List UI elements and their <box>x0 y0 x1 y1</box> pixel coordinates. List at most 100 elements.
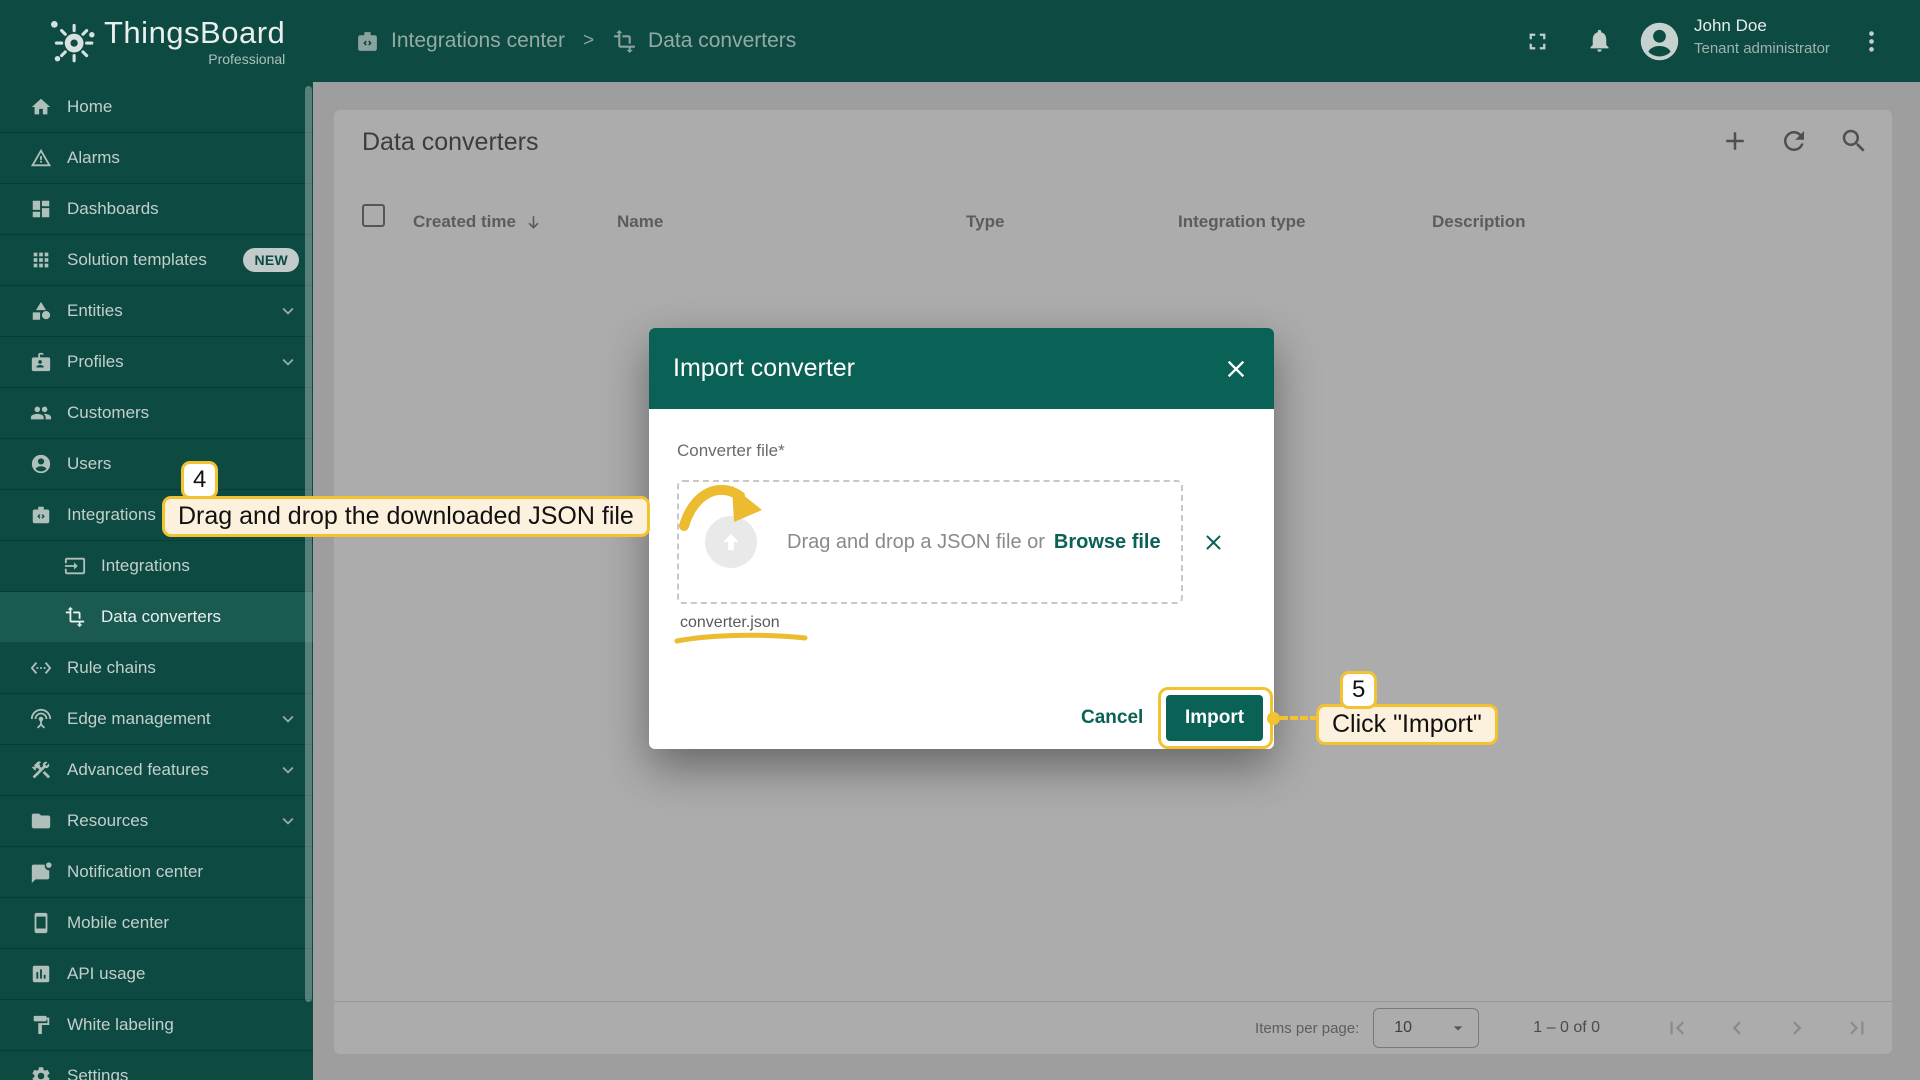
kebab-menu-icon[interactable] <box>1858 28 1885 55</box>
table-pagination: Items per page: 10 1 – 0 of 0 <box>334 1001 1892 1054</box>
clear-file-icon[interactable] <box>1201 530 1226 555</box>
rule-chains-icon <box>30 657 52 679</box>
resources-icon <box>30 810 52 832</box>
sidebar-item-entities[interactable]: Entities <box>0 286 313 337</box>
step-4-badge: 4 <box>181 461 218 499</box>
settings-icon <box>30 1065 52 1080</box>
dropzone-text: Drag and drop a JSON file or <box>787 531 1045 554</box>
breadcrumb-item-data-converters[interactable]: Data converters <box>612 29 796 54</box>
chevron-down-icon[interactable] <box>277 708 299 730</box>
step-4-callout: Drag and drop the downloaded JSON file <box>162 496 650 537</box>
add-converter-button[interactable] <box>1720 126 1750 156</box>
solution-templates-icon <box>30 249 52 271</box>
sidebar-menu: HomeAlarms Dashboards Solution templatesNE… <box>0 82 313 1080</box>
browse-file-link[interactable]: Browse file <box>1054 531 1161 554</box>
topbar: ThingsBoard Professional Integrations ce… <box>0 0 1920 82</box>
sidebar-item-mobile-center[interactable]: Mobile center <box>0 898 313 949</box>
data-converters-icon <box>64 606 86 628</box>
chevron-down-icon[interactable] <box>277 300 299 322</box>
cancel-button[interactable]: Cancel <box>1081 707 1143 729</box>
chevron-down-icon[interactable] <box>277 810 299 832</box>
users-icon <box>30 453 52 475</box>
last-page-button[interactable] <box>1844 1015 1870 1041</box>
user-menu[interactable]: John Doe Tenant administrator <box>1694 16 1830 57</box>
chevron-down-icon[interactable] <box>277 351 299 373</box>
sidebar-item-dashboards[interactable]: Dashboards <box>0 184 313 235</box>
dashboards-icon <box>30 198 52 220</box>
close-dialog-icon[interactable] <box>1222 355 1250 383</box>
sidebar-scrollbar[interactable] <box>305 86 312 1002</box>
logo-subtitle: Professional <box>104 51 285 67</box>
annotation-connector-dot <box>1267 712 1280 725</box>
sidebar-item-label: Mobile center <box>67 913 299 933</box>
sidebar: HomeAlarms Dashboards Solution templatesNE… <box>0 82 313 1080</box>
column-header-integration-type[interactable]: Integration type <box>1178 212 1306 232</box>
sidebar-item-label: Settings <box>67 1066 299 1080</box>
next-page-button[interactable] <box>1784 1015 1810 1041</box>
sidebar-item-api-usage[interactable]: API usage <box>0 949 313 1000</box>
sidebar-item-label: Profiles <box>67 352 277 372</box>
column-header-name[interactable]: Name <box>617 212 663 232</box>
refresh-button[interactable] <box>1779 126 1809 156</box>
sidebar-item-alarms[interactable]: Alarms <box>0 133 313 184</box>
dialog-header: Import converter <box>649 328 1274 409</box>
table-header: Created time Name Type Integration type Desc… <box>334 190 1892 246</box>
column-header-created-time[interactable]: Created time <box>413 212 543 232</box>
items-per-page-label: Items per page: <box>1255 1020 1359 1037</box>
import-highlight-ring <box>1158 687 1273 749</box>
sidebar-item-home[interactable]: Home <box>0 82 313 133</box>
sidebar-item-label: API usage <box>67 964 299 984</box>
alarms-icon <box>30 147 52 169</box>
new-badge: NEW <box>243 248 299 272</box>
white-labeling-icon <box>30 1014 52 1036</box>
integrations-sub-icon <box>64 555 86 577</box>
sidebar-item-data-converters[interactable]: Data converters <box>0 592 313 643</box>
sidebar-item-white-labeling[interactable]: White labeling <box>0 1000 313 1051</box>
first-page-button[interactable] <box>1664 1015 1690 1041</box>
sidebar-item-label: Rule chains <box>67 658 299 678</box>
column-header-description[interactable]: Description <box>1432 212 1526 232</box>
sidebar-item-label: Advanced features <box>67 760 277 780</box>
fullscreen-icon[interactable] <box>1524 28 1551 55</box>
items-per-page-value: 10 <box>1394 1019 1412 1037</box>
sidebar-item-label: Customers <box>67 403 299 423</box>
sidebar-item-users[interactable]: Users <box>0 439 313 490</box>
pager <box>1664 1015 1870 1041</box>
sidebar-item-label: Data converters <box>101 607 299 627</box>
thingsboard-logo-icon <box>46 16 96 66</box>
sidebar-item-label: Notification center <box>67 862 299 882</box>
page-title: Data converters <box>362 128 538 157</box>
sidebar-item-settings[interactable]: Settings <box>0 1051 313 1080</box>
sidebar-item-solution-templates[interactable]: Solution templatesNEW <box>0 235 313 286</box>
sidebar-item-resources[interactable]: Resources <box>0 796 313 847</box>
thingsboard-logo[interactable]: ThingsBoard Professional <box>46 16 285 67</box>
previous-page-button[interactable] <box>1724 1015 1750 1041</box>
sidebar-item-label: Solution templates <box>67 250 243 270</box>
sidebar-item-integrations-sub[interactable]: Integrations <box>0 541 313 592</box>
breadcrumb-item-integrations[interactable]: Integrations center <box>355 29 565 54</box>
sidebar-item-advanced-features[interactable]: Advanced features <box>0 745 313 796</box>
notifications-bell-icon[interactable] <box>1586 27 1613 54</box>
sidebar-item-label: White labeling <box>67 1015 299 1035</box>
sidebar-item-label: Dashboards <box>67 199 299 219</box>
breadcrumb-label: Data converters <box>648 29 796 53</box>
sidebar-item-label: Resources <box>67 811 277 831</box>
select-all-checkbox[interactable] <box>362 204 385 227</box>
breadcrumb: Integrations center>Data converters <box>355 0 796 82</box>
api-usage-icon <box>30 963 52 985</box>
sidebar-item-notification-center[interactable]: Notification center <box>0 847 313 898</box>
profiles-icon <box>30 351 52 373</box>
sidebar-item-profiles[interactable]: Profiles <box>0 337 313 388</box>
column-header-type[interactable]: Type <box>966 212 1004 232</box>
avatar[interactable] <box>1637 19 1682 64</box>
sidebar-item-customers[interactable]: Customers <box>0 388 313 439</box>
annotation-underline <box>673 632 809 646</box>
advanced-features-icon <box>30 759 52 781</box>
search-button[interactable] <box>1839 126 1869 156</box>
user-role: Tenant administrator <box>1694 40 1830 57</box>
sidebar-item-edge-management[interactable]: Edge management <box>0 694 313 745</box>
edge-management-icon <box>30 708 52 730</box>
sidebar-item-rule-chains[interactable]: Rule chains <box>0 643 313 694</box>
items-per-page-select[interactable]: 10 <box>1373 1008 1479 1048</box>
chevron-down-icon[interactable] <box>277 759 299 781</box>
